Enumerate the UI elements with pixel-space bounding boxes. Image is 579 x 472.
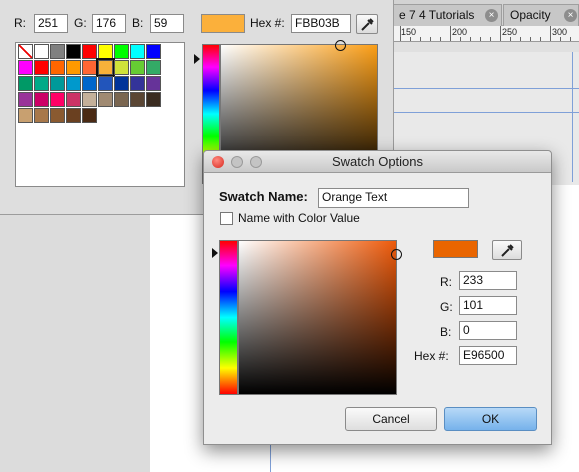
close-icon[interactable]: × [564,9,577,22]
r-field[interactable]: 233 [459,271,517,290]
color-swatch[interactable] [66,60,81,75]
eyedropper-icon [361,18,374,31]
color-swatch[interactable] [50,60,65,75]
none-swatch[interactable] [18,44,33,59]
hex-field[interactable]: E96500 [459,346,517,365]
hex-field[interactable]: FBB03B [291,14,351,33]
b-field[interactable]: 59 [150,14,184,33]
color-swatch[interactable] [146,92,161,107]
color-swatch[interactable] [66,92,81,107]
tab-opacity[interactable]: Opacity × [503,4,579,26]
color-swatch[interactable] [66,76,81,91]
r-field[interactable]: 251 [34,14,68,33]
document-tab-bar: e 7 4 Tutorials × Opacity × [392,0,579,26]
hex-label: Hex #: [250,16,285,30]
ruler-label: 150 [401,27,417,37]
color-swatch[interactable] [98,44,113,59]
swatch-options-dialog: Swatch Options Swatch Name: Orange Text … [203,150,552,445]
b-label: B: [132,16,144,30]
dialog-title: Swatch Options [331,154,424,169]
b-field[interactable]: 0 [459,321,517,340]
eyedropper-icon [501,244,514,257]
b-label: B: [440,325,452,339]
color-swatch[interactable] [34,92,49,107]
ok-button[interactable]: OK [444,407,537,431]
color-preview-swatch [433,240,478,258]
g-field[interactable]: 101 [459,296,517,315]
color-picker-handle[interactable] [391,249,402,260]
hue-pointer-icon[interactable] [194,54,200,64]
color-swatch[interactable] [146,76,161,91]
color-swatch[interactable] [98,76,113,91]
color-swatch[interactable] [146,60,161,75]
tab-tutorials[interactable]: e 7 4 Tutorials × [392,4,502,26]
color-swatch[interactable] [130,44,145,59]
color-swatch[interactable] [18,108,33,123]
ruler-label: 200 [452,27,468,37]
r-label: R: [440,275,452,289]
color-swatch[interactable] [82,60,97,75]
color-swatch[interactable] [114,44,129,59]
hue-pointer-icon[interactable] [212,248,218,258]
swatch-grid [15,42,185,187]
g-field[interactable]: 176 [92,14,126,33]
guide-line[interactable] [392,88,579,89]
eyedropper-button[interactable] [492,240,522,260]
color-swatch[interactable] [82,108,97,123]
color-swatch[interactable] [114,92,129,107]
close-button[interactable] [212,156,224,168]
guide-line[interactable] [572,52,573,182]
color-swatch[interactable] [34,44,49,59]
close-icon[interactable]: × [485,9,498,22]
guide-line[interactable] [392,112,579,113]
hue-slider[interactable] [219,240,238,395]
color-swatch[interactable] [130,60,145,75]
color-swatch[interactable] [98,92,113,107]
current-color-swatch[interactable] [201,14,245,33]
color-swatch[interactable] [82,76,97,91]
color-swatch[interactable] [50,92,65,107]
dialog-titlebar[interactable]: Swatch Options [204,151,551,173]
eyedropper-button[interactable] [356,14,378,34]
color-swatch[interactable] [114,76,129,91]
swatch-name-input[interactable]: Orange Text [318,188,469,208]
canvas-edge [392,42,579,52]
color-swatch[interactable] [18,76,33,91]
color-swatch[interactable] [130,76,145,91]
color-swatch[interactable] [34,108,49,123]
color-picker-handle[interactable] [335,40,346,51]
color-swatch[interactable] [96,58,115,77]
g-label: G: [440,300,453,314]
g-label: G: [74,16,87,30]
cancel-button[interactable]: Cancel [345,407,437,431]
color-swatch[interactable] [18,92,33,107]
ruler-label: 300 [552,27,568,37]
ruler-label: 250 [502,27,518,37]
color-swatch[interactable] [18,60,33,75]
horizontal-ruler[interactable]: 150 200 250 300 [392,26,579,42]
hex-label: Hex #: [414,349,449,363]
tab-label: Opacity [510,8,551,22]
color-swatch[interactable] [114,60,129,75]
minimize-button[interactable] [231,156,243,168]
saturation-field[interactable] [238,240,397,395]
tab-label: e 7 4 Tutorials [399,8,475,22]
name-with-color-label: Name with Color Value [238,211,360,225]
swatch-name-label: Swatch Name: [219,189,308,204]
color-swatch[interactable] [50,76,65,91]
color-swatch[interactable] [66,108,81,123]
color-swatch[interactable] [34,76,49,91]
zoom-button[interactable] [250,156,262,168]
name-with-color-checkbox[interactable] [220,212,233,225]
color-swatch[interactable] [50,44,65,59]
color-swatch[interactable] [66,44,81,59]
color-swatch[interactable] [130,92,145,107]
color-swatch[interactable] [146,44,161,59]
color-swatch[interactable] [82,44,97,59]
r-label: R: [14,16,26,30]
color-swatch[interactable] [82,92,97,107]
color-swatch[interactable] [34,60,49,75]
guide-line[interactable] [270,445,271,472]
color-swatch[interactable] [50,108,65,123]
